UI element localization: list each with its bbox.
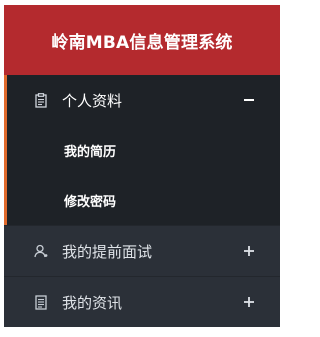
plus-icon[interactable] (242, 244, 256, 258)
menu-group-early-interview-header[interactable]: 我的提前面试 (4, 226, 280, 276)
menu-group-profile-header[interactable]: 个人资料 (4, 75, 280, 125)
menu-item-change-password[interactable]: 修改密码 (4, 175, 280, 225)
minus-icon[interactable] (242, 93, 256, 107)
menu-group-my-news: 我的资讯 (4, 276, 280, 327)
menu-item-my-resume[interactable]: 我的简历 (4, 125, 280, 175)
menu-item-label: 我的简历 (64, 144, 117, 160)
menu-group-early-interview: 我的提前面试 (4, 225, 280, 276)
menu-group-my-news-header[interactable]: 我的资讯 (4, 277, 280, 327)
menu-item-label: 修改密码 (64, 194, 117, 210)
app-header: 岭南MBA信息管理系统 (4, 5, 280, 75)
menu-group-label: 我的提前面试 (62, 242, 153, 261)
app-title: 岭南MBA信息管理系统 (51, 32, 233, 53)
app-frame: 岭南MBA信息管理系统 个人资料 我的简历 修改密码 我的提前面试 我的资讯 (4, 5, 280, 333)
document-icon (34, 294, 48, 310)
clipboard-icon (34, 92, 48, 108)
menu-group-label: 我的资讯 (62, 293, 123, 312)
user-icon (34, 243, 48, 259)
menu-group-label: 个人资料 (62, 91, 123, 110)
plus-icon[interactable] (242, 295, 256, 309)
menu-group-profile: 个人资料 我的简历 修改密码 (4, 75, 280, 225)
sidebar-menu: 个人资料 我的简历 修改密码 我的提前面试 我的资讯 (4, 75, 280, 327)
